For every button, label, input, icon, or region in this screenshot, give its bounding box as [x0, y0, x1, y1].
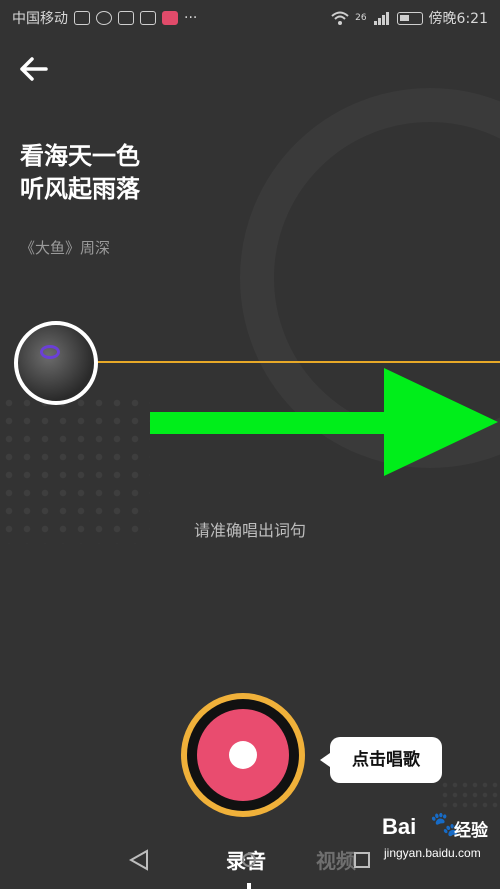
signal-icon	[373, 12, 389, 25]
pitch-line	[96, 361, 500, 363]
photo-icon	[140, 11, 156, 25]
battery-icon	[396, 11, 423, 25]
wings-icon	[118, 11, 134, 25]
watermark-label: 经验	[454, 821, 488, 841]
record-tooltip: 点击唱歌	[320, 737, 442, 783]
record-dot-icon	[229, 741, 257, 769]
back-button[interactable]	[18, 56, 54, 88]
circle-home-icon[interactable]	[242, 853, 256, 867]
avatar-decoration	[40, 345, 60, 359]
clock: 傍晚6:21	[428, 11, 488, 27]
triangle-back-icon[interactable]	[128, 849, 150, 871]
decorative-dot-grid-small	[440, 780, 500, 810]
square-recent-icon[interactable]	[354, 852, 370, 868]
record-button[interactable]	[181, 693, 305, 817]
song-title-artist: 《大鱼》周深	[20, 239, 111, 257]
sing-hint-text: 请准确唱出词句	[193, 521, 306, 540]
carrier-name: 中国移动	[12, 11, 68, 27]
back-arrow-icon	[20, 57, 48, 81]
green-arrow-icon	[150, 368, 498, 476]
app-notification-icon	[96, 11, 112, 25]
singer-avatar	[14, 321, 98, 405]
sing-screen: 中国移动 ··· 26 傍晚6:21 看海天一色 听风起雨落 《大鱼》周深 请准…	[0, 0, 500, 889]
status-right: 26 傍晚6:21	[331, 8, 488, 28]
status-left: 中国移动 ···	[12, 8, 197, 28]
music-app-icon	[162, 11, 178, 25]
watermark-url: jingyan.baidu.com	[384, 846, 481, 860]
tab-indicator	[247, 883, 251, 889]
record-button-ring	[187, 699, 299, 811]
more-notifications: ···	[184, 10, 198, 26]
tab-video[interactable]: 视频	[316, 845, 356, 874]
lyric-line-2: 听风起雨落	[20, 175, 140, 203]
wifi-icon	[331, 11, 349, 25]
baidu-watermark: Bai 🐾 经验 jingyan.baidu.com	[382, 808, 494, 880]
record-button-face	[197, 709, 289, 801]
network-type-badge: 26	[355, 13, 367, 23]
activity-icon	[74, 11, 90, 25]
watermark-logo-text: Bai	[382, 814, 417, 839]
lyric-line-1: 看海天一色	[20, 142, 140, 170]
status-bar: 中国移动 ··· 26 傍晚6:21	[0, 0, 500, 34]
lyrics-block: 看海天一色 听风起雨落	[20, 140, 140, 206]
